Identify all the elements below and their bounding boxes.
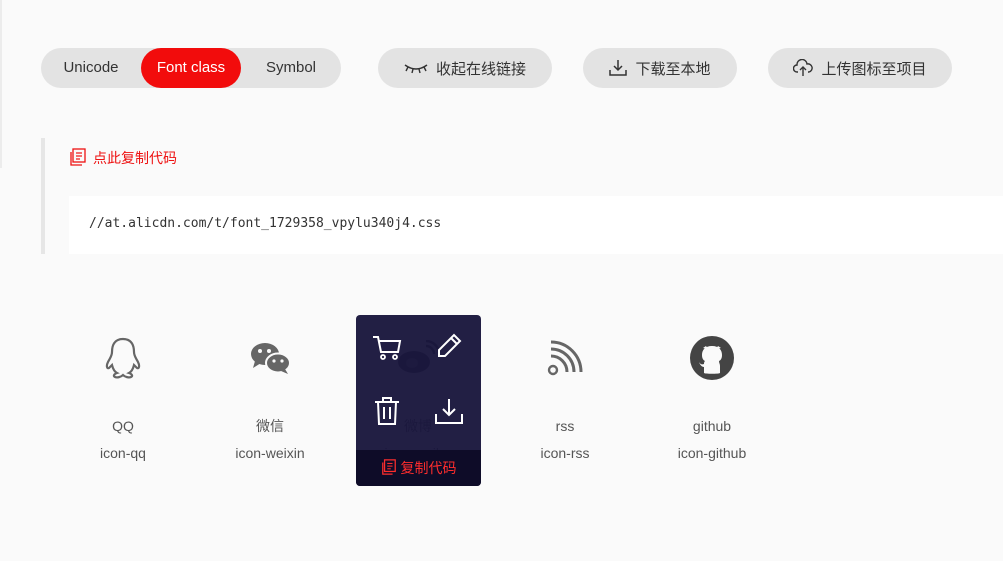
- icon-card-weixin[interactable]: 微信 icon-weixin: [205, 330, 335, 461]
- edit-button[interactable]: [431, 330, 467, 366]
- tab-symbol[interactable]: Symbol: [241, 48, 341, 88]
- tab-unicode[interactable]: Unicode: [41, 48, 141, 88]
- download-icon: [434, 397, 464, 430]
- code-panel-bar: [41, 138, 45, 254]
- code-url[interactable]: //at.alicdn.com/t/font_1729358_vpylu340j…: [89, 216, 441, 231]
- icon-class-name: icon-qq: [100, 445, 146, 461]
- icon-name: rss: [555, 418, 575, 434]
- cart-icon: [372, 335, 402, 366]
- copy-icon: [69, 147, 87, 169]
- left-divider: [0, 0, 2, 168]
- icon-class-name: icon-github: [677, 445, 747, 461]
- icon-name: QQ: [112, 418, 134, 434]
- rss-icon: [547, 340, 583, 381]
- copy-code-link[interactable]: 点此复制代码: [69, 147, 177, 169]
- github-icon: [689, 335, 735, 386]
- copy-code-label: 点此复制代码: [93, 150, 177, 166]
- download-icon-button[interactable]: [431, 395, 467, 431]
- copy-code-label: 复制代码: [400, 460, 457, 476]
- icon-name: 微信: [256, 418, 284, 434]
- icon-class-name: icon-rss: [540, 445, 590, 461]
- icon-project-page: Unicode Font class Symbol 收起在线链接 下载至本地 上…: [0, 0, 1003, 561]
- icon-name: github: [692, 418, 732, 434]
- download-button[interactable]: 下载至本地: [583, 48, 737, 88]
- wechat-icon: [249, 340, 291, 381]
- code-box: //at.alicdn.com/t/font_1729358_vpylu340j…: [69, 196, 1003, 254]
- upload-label: 上传图标至项目: [821, 60, 927, 78]
- collapse-link-button[interactable]: 收起在线链接: [378, 48, 552, 88]
- format-tab-group: Unicode Font class Symbol: [41, 48, 341, 88]
- tab-font-class[interactable]: Font class: [141, 48, 241, 88]
- copy-code-button[interactable]: 复制代码: [356, 450, 481, 486]
- delete-icon: [374, 396, 400, 431]
- edit-icon: [434, 331, 464, 366]
- icon-hover-menu: 复制代码: [356, 315, 481, 486]
- qq-icon: [104, 336, 142, 385]
- copy-icon: [381, 458, 397, 478]
- download-label: 下载至本地: [635, 60, 711, 78]
- delete-button[interactable]: [369, 395, 405, 431]
- icon-card-github[interactable]: github icon-github: [647, 330, 777, 461]
- closed-eye-icon: [404, 61, 428, 75]
- icon-class-name: icon-weixin: [235, 445, 305, 461]
- add-to-cart-button[interactable]: [369, 332, 405, 368]
- icon-card-rss[interactable]: rss icon-rss: [500, 330, 630, 461]
- upload-button[interactable]: 上传图标至项目: [768, 48, 952, 88]
- download-icon: [609, 59, 628, 77]
- cloud-upload-icon: [793, 59, 814, 77]
- icon-card-qq[interactable]: QQ icon-qq: [58, 330, 188, 461]
- collapse-link-label: 收起在线链接: [435, 60, 526, 78]
